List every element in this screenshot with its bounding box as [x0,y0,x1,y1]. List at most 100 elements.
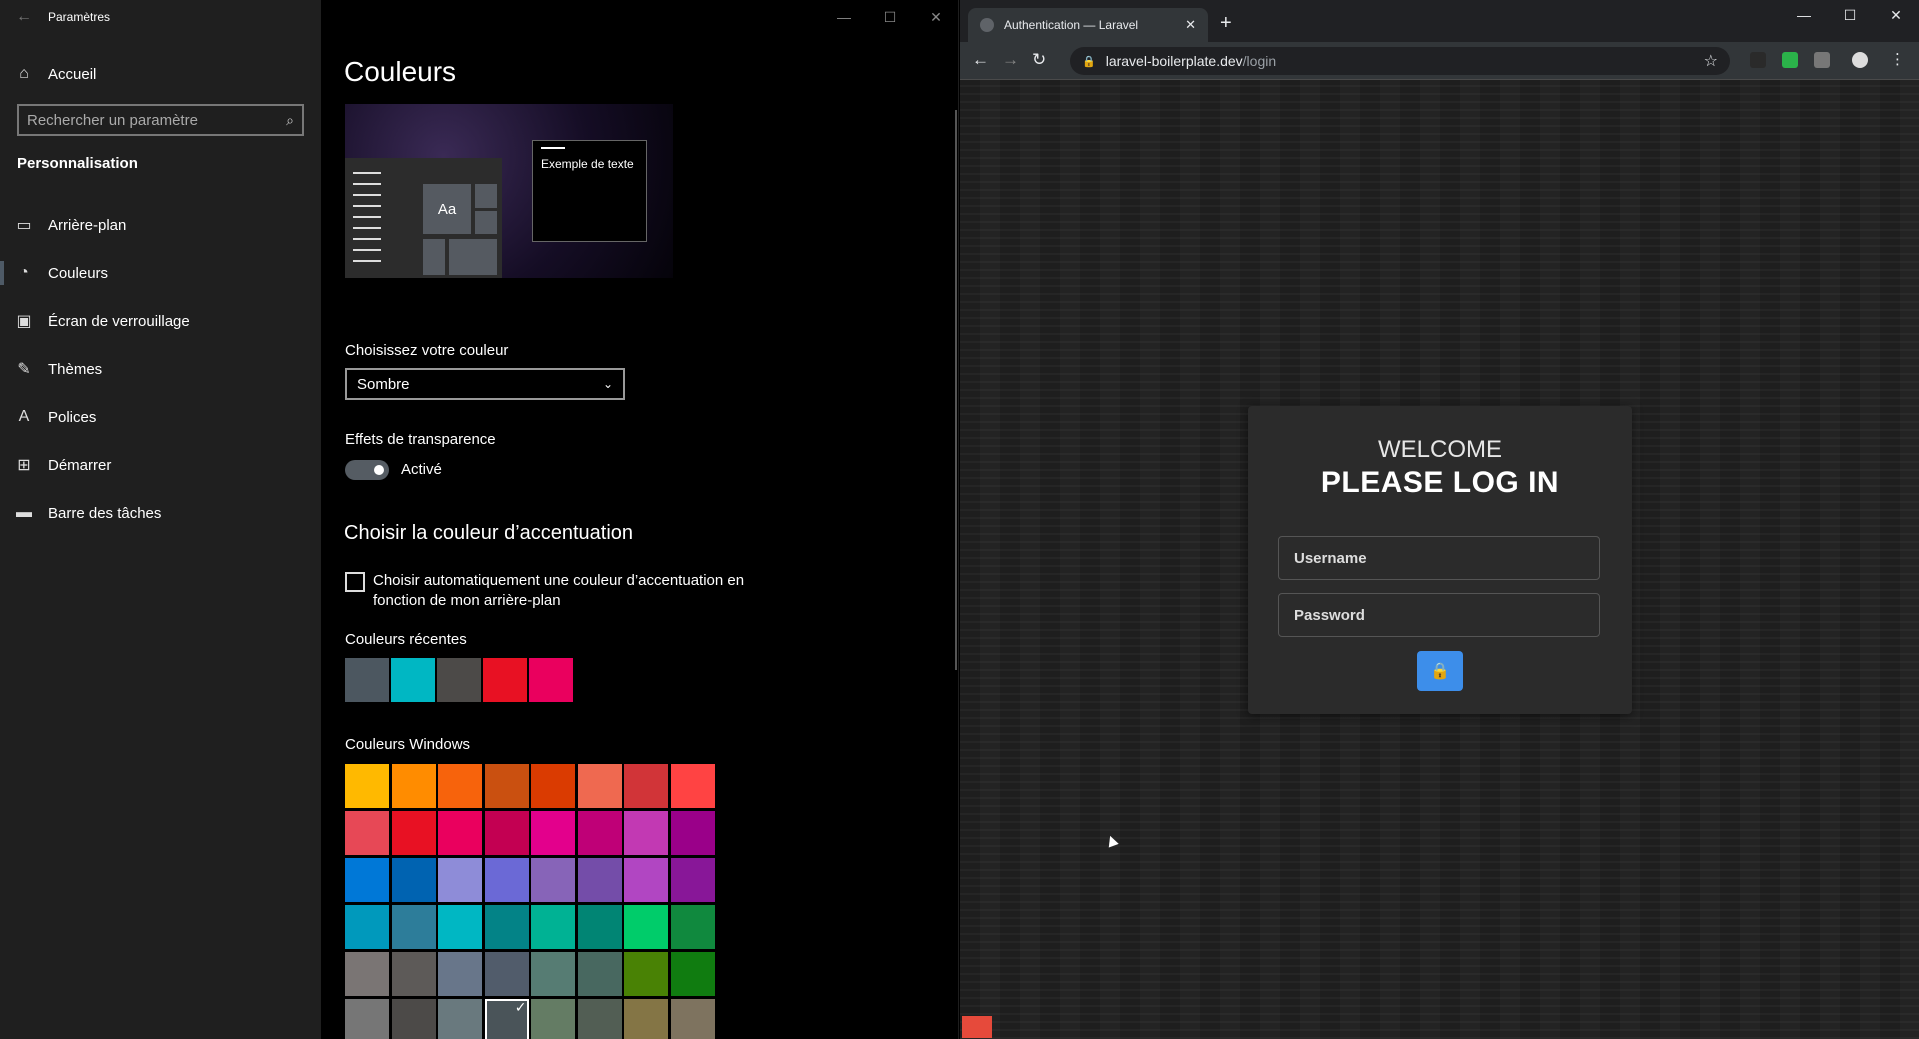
username-field[interactable]: Username [1278,536,1600,580]
color-swatch[interactable] [484,764,529,808]
back-arrow-icon[interactable]: ← [972,50,989,70]
color-swatch[interactable] [670,858,715,902]
color-swatch[interactable] [391,999,436,1039]
back-arrow-icon[interactable]: ← [0,8,48,26]
sidebar-item-start[interactable]: ⊞ Démarrer [0,441,321,489]
brush-icon: ✎ [17,361,31,378]
close-tab-icon[interactable]: ✕ [1185,17,1196,33]
maximize-icon[interactable]: ☐ [1827,0,1873,32]
color-swatch[interactable] [577,858,622,902]
color-swatch[interactable] [438,764,482,808]
avatar[interactable] [1852,52,1868,68]
scrollbar[interactable] [955,110,957,670]
color-swatch[interactable] [438,811,482,855]
color-swatch[interactable] [624,858,668,902]
password-field[interactable]: Password [1278,593,1600,637]
sidebar-item-label: Démarrer [48,456,112,474]
color-swatch[interactable] [531,952,575,996]
nav-home[interactable]: ⌂ Accueil [0,50,321,98]
color-swatch[interactable] [391,905,436,949]
forward-arrow-icon[interactable]: → [1002,50,1019,70]
minimize-icon[interactable]: — [821,0,867,34]
maximize-icon[interactable]: ☐ [867,0,913,34]
address-bar[interactable]: 🔒 laravel-boilerplate.dev/login ☆ [1070,47,1730,75]
color-swatch[interactable] [345,764,389,808]
color-swatch[interactable] [391,952,436,996]
color-swatch[interactable] [577,952,622,996]
color-swatch[interactable] [484,952,529,996]
color-swatch[interactable] [391,764,436,808]
extension-icon[interactable] [1750,52,1766,68]
color-swatch[interactable] [484,999,529,1039]
color-swatch[interactable] [438,952,482,996]
color-swatch[interactable] [345,858,389,902]
reload-icon[interactable]: ↻ [1032,50,1046,70]
color-swatch[interactable] [624,905,668,949]
auto-accent-label-2: fonction de mon arrière-plan [373,592,561,609]
close-icon[interactable]: ✕ [913,0,959,34]
color-swatch[interactable] [531,999,575,1039]
auto-accent-checkbox[interactable] [345,572,365,592]
color-swatch[interactable] [345,999,389,1039]
color-swatch[interactable] [624,952,668,996]
color-swatch[interactable] [577,764,622,808]
sidebar-item-themes[interactable]: ✎ Thèmes [0,345,321,393]
sidebar-item-fonts[interactable]: A Polices [0,393,321,441]
sidebar-item-colors[interactable]: ◔ Couleurs [0,249,321,297]
color-swatch[interactable] [391,858,436,902]
sidebar-item-taskbar[interactable]: ▬ Barre des tâches [0,489,321,537]
color-swatch[interactable] [484,811,529,855]
tab-authentication[interactable]: Authentication — Laravel ✕ [968,8,1208,42]
color-swatch[interactable] [437,658,481,702]
color-swatch[interactable] [577,999,622,1039]
page-content: WELCOME PLEASE LOG IN Username Password … [960,80,1919,1039]
color-swatch[interactable] [670,764,715,808]
color-swatch[interactable] [438,858,482,902]
color-swatch[interactable] [531,905,575,949]
close-icon[interactable]: ✕ [1873,0,1919,32]
preview-tile [423,239,445,275]
color-swatch[interactable] [670,999,715,1039]
color-swatch[interactable] [531,764,575,808]
color-swatch[interactable] [624,999,668,1039]
minimize-icon[interactable]: — [1781,0,1827,32]
sidebar-item-lock-screen[interactable]: ▣ Écran de verrouillage [0,297,321,345]
color-swatch[interactable] [670,811,715,855]
bookmark-star-icon[interactable]: ☆ [1704,51,1718,71]
color-swatch[interactable] [670,905,715,949]
color-swatch[interactable] [345,811,389,855]
color-swatch[interactable] [529,658,573,702]
transparency-toggle[interactable] [345,460,389,480]
color-swatch[interactable] [670,952,715,996]
color-swatch[interactable] [483,658,527,702]
color-mode-select[interactable]: Sombre ⌄ [345,368,625,400]
color-swatch[interactable] [345,658,389,702]
preview-sample-window: Exemple de texte [532,140,647,242]
shield-icon[interactable] [1782,52,1798,68]
settings-search-input[interactable]: Rechercher un paramètre ⌕ [17,104,304,136]
color-swatch[interactable] [484,905,529,949]
color-swatch[interactable] [391,658,435,702]
color-swatch[interactable] [577,905,622,949]
color-swatch[interactable] [484,858,529,902]
color-swatch[interactable] [624,811,668,855]
color-swatch[interactable] [345,905,389,949]
color-swatch[interactable] [345,952,389,996]
transparency-state: Activé [401,461,442,478]
color-swatch[interactable] [438,999,482,1039]
extension-icon[interactable] [1814,52,1830,68]
color-swatch[interactable] [624,764,668,808]
lock-icon[interactable]: 🔒 [1082,55,1096,68]
login-submit-button[interactable]: 🔒 [1417,651,1463,691]
transparency-label: Effets de transparence [345,431,496,448]
new-tab-icon[interactable]: + [1220,12,1232,35]
color-swatch[interactable] [577,811,622,855]
color-swatch[interactable] [438,905,482,949]
color-swatch[interactable] [531,811,575,855]
color-swatch[interactable] [391,811,436,855]
search-icon[interactable]: ⌕ [286,112,294,129]
menu-icon[interactable]: ⋮ [1890,50,1905,68]
color-swatch[interactable] [531,858,575,902]
settings-window: ← Paramètres ⌂ Accueil Rechercher un par… [0,0,959,1039]
sidebar-item-background[interactable]: ▭ Arrière-plan [0,201,321,249]
